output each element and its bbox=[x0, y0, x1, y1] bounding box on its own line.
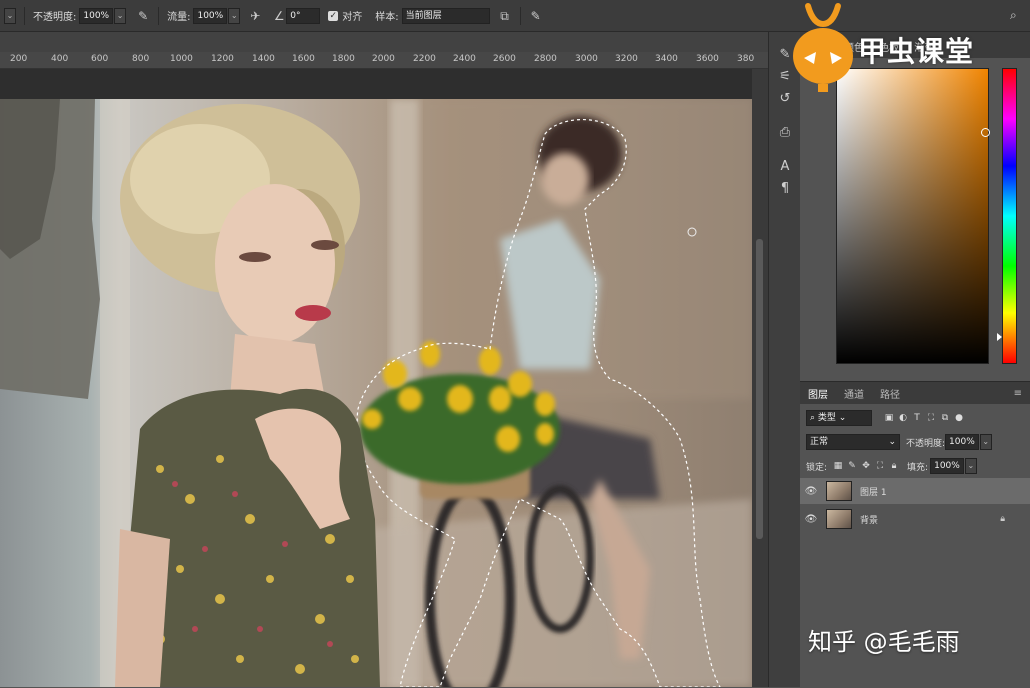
hue-slider-marker[interactable] bbox=[997, 333, 1002, 341]
ruler-tick-label: 2000 bbox=[372, 54, 395, 64]
hue-slider[interactable] bbox=[997, 68, 1017, 364]
clone-source-icon[interactable]: ⎙ bbox=[769, 122, 801, 144]
lock-position-icon[interactable]: ✥ bbox=[861, 461, 871, 471]
filter-type-icon[interactable]: T bbox=[912, 413, 922, 423]
layer-row-layer-1[interactable]: 👁︎ 图层 1 bbox=[800, 478, 1030, 504]
canvas-pasteboard bbox=[0, 69, 752, 99]
color-picker-handle[interactable] bbox=[981, 128, 990, 137]
lock-all-icon[interactable]: 🔒︎ bbox=[889, 461, 899, 471]
watermark: 知乎 @毛毛雨 bbox=[808, 628, 960, 656]
ruler-tick-label: 1400 bbox=[252, 54, 275, 64]
filter-pixel-icon[interactable]: ▣ bbox=[884, 413, 894, 423]
airbrush-icon[interactable]: ✈ bbox=[248, 9, 262, 23]
flow-label: 流量: bbox=[167, 12, 191, 23]
filter-shape-icon[interactable]: ⛶ bbox=[926, 413, 936, 423]
logo-text: 甲虫课堂 bbox=[858, 35, 975, 68]
ruler-tick-label: 3200 bbox=[615, 54, 638, 64]
eye-icon[interactable]: 👁︎ bbox=[800, 486, 822, 497]
ruler-tick-label: 600 bbox=[91, 54, 109, 64]
divider bbox=[24, 6, 25, 25]
pressure-opacity-icon[interactable]: ✎ bbox=[136, 9, 150, 23]
align-checkbox[interactable]: ✓ bbox=[328, 10, 339, 21]
blend-mode-value: 正常 bbox=[810, 437, 829, 447]
beetle-logo-icon bbox=[793, 3, 853, 92]
fill-field[interactable]: 100% bbox=[930, 458, 964, 474]
document-tab-strip bbox=[0, 32, 768, 52]
layer-name[interactable]: 图层 1 bbox=[860, 485, 887, 498]
opacity-label: 不透明度: bbox=[33, 12, 77, 23]
layer-filter-row: ⌕ 类型 ⌄ ▣ ◐ T ⛶ ⧉ ● bbox=[800, 408, 1030, 428]
ruler-tick-label: 800 bbox=[132, 54, 150, 64]
layer-opacity-field[interactable]: 100% bbox=[945, 434, 979, 450]
search-icon[interactable]: ⌕ bbox=[1010, 8, 1017, 23]
divider bbox=[158, 6, 160, 25]
layer-opacity-label: 不透明度: bbox=[906, 438, 946, 449]
ruler-tick-label: 1200 bbox=[211, 54, 234, 64]
ruler-tick-label: 2200 bbox=[413, 54, 436, 64]
ruler-tick-label: 3600 bbox=[696, 54, 719, 64]
angle-icon: ∠ bbox=[273, 8, 285, 23]
scrollbar-thumb[interactable] bbox=[756, 239, 763, 539]
lock-row: 锁定: ▦ ✎ ✥ ⛶ 🔒︎ 填充: 100% ⌄ bbox=[800, 456, 1030, 476]
horizontal-ruler: 200 400 600 800 1000 1200 1400 1600 1800… bbox=[0, 52, 768, 69]
opacity-dropdown[interactable]: ⌄ bbox=[114, 7, 127, 24]
pressure-size-icon[interactable]: ✎ bbox=[529, 9, 543, 23]
sample-select[interactable]: 当前图层 bbox=[401, 7, 490, 24]
character-icon[interactable]: A bbox=[769, 156, 801, 178]
tool-preset-dropdown[interactable]: ⌄ bbox=[4, 7, 16, 24]
layer-thumbnail bbox=[826, 509, 852, 529]
document-canvas[interactable] bbox=[0, 99, 752, 687]
ruler-tick-label: 200 bbox=[10, 54, 28, 64]
blend-row: 正常 ⌄ 不透明度: 100% ⌄ bbox=[800, 432, 1030, 452]
flow-dropdown[interactable]: ⌄ bbox=[228, 7, 241, 24]
ignore-adjustment-layers-icon[interactable]: ⧉ bbox=[498, 9, 512, 23]
ruler-tick-label: 380 bbox=[737, 54, 755, 64]
layer-filter-select[interactable]: ⌕ 类型 ⌄ bbox=[806, 410, 872, 426]
opacity-field[interactable]: 100% bbox=[79, 7, 114, 24]
options-bar: ⌄ 不透明度: 100% ⌄ ✎ 流量: 100% ⌄ ✈ ∠ 0° ✓ 对齐 … bbox=[0, 0, 1030, 32]
lock-image-icon[interactable]: ✎ bbox=[847, 461, 857, 471]
lock-label: 锁定: bbox=[806, 462, 828, 473]
tab-paths[interactable]: 路径 bbox=[872, 386, 908, 401]
saturation-value-field[interactable] bbox=[836, 68, 990, 364]
layer-opacity-dropdown[interactable]: ⌄ bbox=[979, 434, 992, 450]
layers-panel-tabs: 图层 通道 路径 ≡ bbox=[800, 382, 1030, 404]
fill-label: 填充: bbox=[907, 462, 929, 473]
flow-field[interactable]: 100% bbox=[193, 7, 228, 24]
right-panels: 颜色 色板 渐变 图层 通道 路径 ≡ ⌕ 类型 ⌄ ▣ ◐ T ⛶ ⧉ ● 正… bbox=[800, 32, 1030, 688]
ruler-tick-label: 2800 bbox=[534, 54, 557, 64]
layer-row-background[interactable]: 👁︎ 背景 🔒︎ bbox=[800, 506, 1030, 532]
angle-field[interactable]: 0° bbox=[286, 7, 321, 24]
ruler-tick-label: 1800 bbox=[332, 54, 355, 64]
divider bbox=[519, 6, 521, 25]
layer-filter-label: 类型 bbox=[817, 413, 836, 423]
ruler-tick-label: 400 bbox=[51, 54, 69, 64]
vertical-scrollbar[interactable] bbox=[752, 69, 768, 687]
filter-smart-object-icon[interactable]: ⧉ bbox=[940, 413, 950, 423]
lock-transparent-icon[interactable]: ▦ bbox=[833, 461, 843, 471]
tab-layers[interactable]: 图层 bbox=[800, 386, 836, 401]
align-label: 对齐 bbox=[342, 12, 363, 23]
eye-icon[interactable]: 👁︎ bbox=[800, 514, 822, 525]
ruler-tick-label: 1000 bbox=[170, 54, 193, 64]
ruler-tick-label: 1600 bbox=[292, 54, 315, 64]
lock-icon: 🔒︎ bbox=[1000, 514, 1005, 524]
ruler-tick-label: 3000 bbox=[575, 54, 598, 64]
ruler-tick-label: 2600 bbox=[493, 54, 516, 64]
paragraph-icon[interactable]: ¶ bbox=[769, 178, 801, 200]
layer-name[interactable]: 背景 bbox=[860, 513, 878, 526]
tab-channels[interactable]: 通道 bbox=[836, 386, 872, 401]
photo-illustration bbox=[0, 99, 752, 687]
panel-menu-icon[interactable]: ≡ bbox=[1006, 388, 1030, 399]
filter-toggle-icon[interactable]: ● bbox=[954, 413, 964, 423]
layer-thumbnail bbox=[826, 481, 852, 501]
lock-artboard-icon[interactable]: ⛶ bbox=[875, 461, 885, 471]
fill-dropdown[interactable]: ⌄ bbox=[964, 458, 977, 474]
ruler-tick-label: 2400 bbox=[453, 54, 476, 64]
ruler-tick-label: 3400 bbox=[655, 54, 678, 64]
filter-adjustment-icon[interactable]: ◐ bbox=[898, 413, 908, 423]
blend-mode-select[interactable]: 正常 ⌄ bbox=[806, 434, 900, 450]
sample-label: 样本: bbox=[375, 12, 399, 23]
panel-icon-strip: ✎ ⚟ ↺ ⎙ A ¶ bbox=[768, 32, 801, 687]
